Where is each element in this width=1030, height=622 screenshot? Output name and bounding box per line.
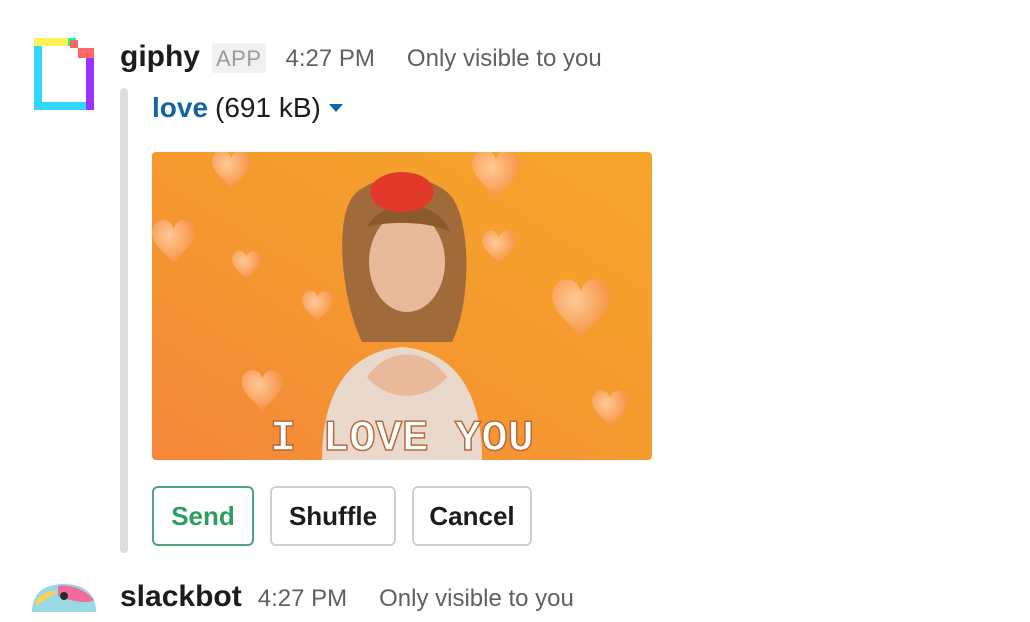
timestamp[interactable]: 4:27 PM [286, 45, 375, 73]
gif-title-link[interactable]: love [152, 92, 208, 124]
gif-file-size: (691 kB) [215, 92, 321, 123]
gif-caption: I LOVE YOU [270, 414, 534, 460]
sender-name[interactable]: giphy [120, 40, 200, 74]
visibility-note: Only visible to you [379, 585, 574, 612]
message-header: giphy APP 4:27 PM Only visible to you [120, 40, 602, 74]
attachment-title-row: love (691 kB) [152, 92, 343, 124]
send-button[interactable]: Send [152, 486, 254, 546]
caret-down-icon[interactable] [328, 104, 343, 112]
app-badge: APP [212, 43, 266, 73]
attachment-border [120, 88, 128, 553]
sender-name[interactable]: slackbot [120, 580, 242, 614]
cancel-button[interactable]: Cancel [412, 486, 532, 546]
visibility-note: Only visible to you [406, 45, 602, 72]
gif-preview[interactable]: I LOVE YOU [152, 152, 652, 460]
shuffle-button[interactable]: Shuffle [270, 486, 396, 546]
slackbot-avatar-icon[interactable] [28, 582, 100, 622]
timestamp[interactable]: 4:27 PM [258, 585, 347, 613]
giphy-logo-icon[interactable] [34, 38, 94, 110]
message-header: slackbot 4:27 PM Only visible to you [120, 580, 574, 614]
gif-image: I LOVE YOU [152, 152, 652, 460]
